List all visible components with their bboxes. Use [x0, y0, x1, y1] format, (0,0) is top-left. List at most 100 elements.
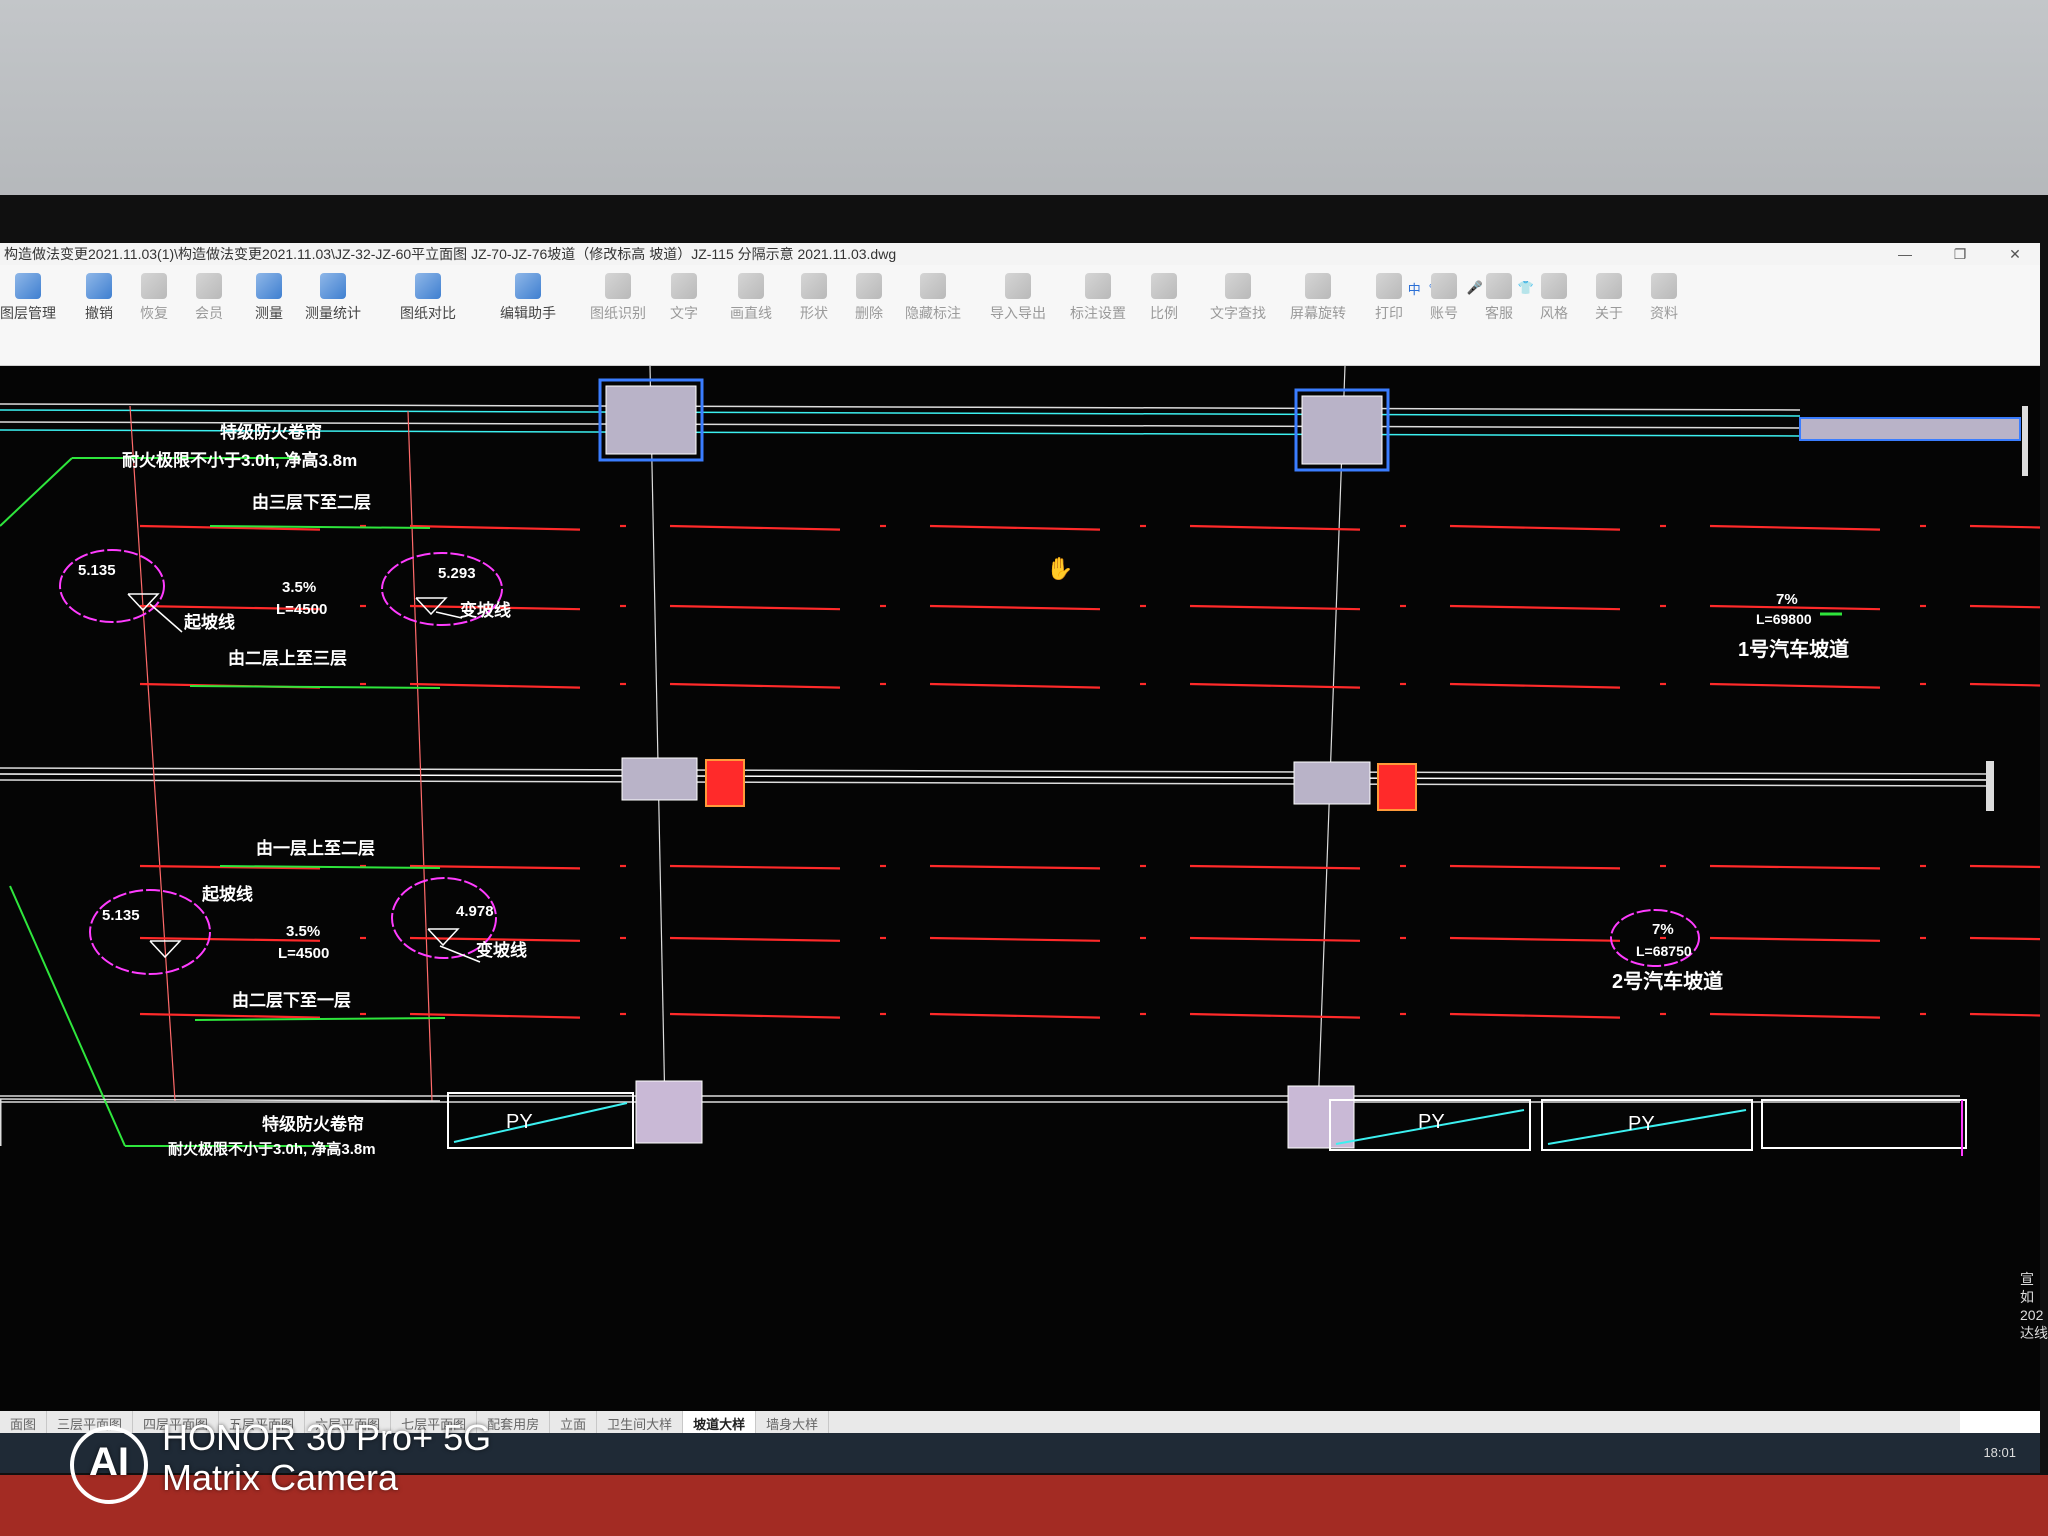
toolbar-button-3[interactable]: 会员 — [195, 273, 223, 323]
lane-dash-5-1 — [409, 1012, 581, 1019]
tab-9[interactable]: 坡道大样 — [683, 1411, 757, 1433]
leader-green-top-1 — [0, 457, 73, 527]
line-icon — [738, 273, 764, 299]
wall-line-top-1 — [0, 409, 1801, 417]
label-change-line-b: 变坡线 — [476, 940, 527, 960]
label-fire-shutter-top: 特级防火卷帘 — [220, 422, 322, 442]
cad-drawing: 特级防火卷帘 耐火极限不小于3.0h, 净高3.8m 由三层下至二层 5.135… — [0, 365, 2040, 1158]
py-diagonal-0 — [453, 1102, 628, 1143]
close-button[interactable]: ✕ — [2000, 243, 2030, 265]
label-py-3: PY — [1628, 1113, 1655, 1135]
toolbar-label: 打印 — [1375, 305, 1403, 321]
toolbar-label: 标注设置 — [1070, 305, 1126, 321]
lane-dash-1-3 — [929, 604, 1101, 611]
toolbar-button-7[interactable]: 编辑助手 — [500, 273, 556, 323]
toolbar-button-4[interactable]: 测量 — [255, 273, 283, 323]
label-length-ramp-2: L=68750 — [1636, 943, 1692, 959]
leader-green-bottom-1 — [9, 885, 126, 1147]
tab-0[interactable]: 面图 — [0, 1411, 48, 1433]
toolbar-button-22[interactable]: 风格 — [1540, 273, 1568, 323]
leader-green-up23 — [189, 685, 441, 689]
column-bottom-right — [1287, 1085, 1355, 1149]
toolbar-button-6[interactable]: 图纸对比 — [400, 273, 456, 323]
lane-dash-2-4 — [1189, 682, 1361, 689]
lane-dash-5-6 — [1709, 1012, 1881, 1019]
toolbar-button-8[interactable]: 图纸识别 — [590, 273, 646, 323]
toolbar-button-21[interactable]: 客服 — [1485, 273, 1513, 323]
wall-line-top-0 — [0, 403, 1801, 411]
lane-dash-3-5 — [1449, 864, 1621, 870]
eraser-icon — [856, 273, 882, 299]
minimize-button[interactable]: — — [1890, 243, 1920, 265]
toolbar-label: 隐藏标注 — [905, 305, 961, 321]
toolbar-button-23[interactable]: 关于 — [1595, 273, 1623, 323]
toolbar-button-14[interactable]: 导入导出 — [990, 273, 1046, 323]
toolbar-button-24[interactable]: 资料 — [1650, 273, 1678, 323]
toolbar-button-17[interactable]: 文字查找 — [1210, 273, 1266, 323]
toolbar-button-16[interactable]: 比例 — [1150, 273, 1178, 323]
lane-dash-5-5 — [1449, 1012, 1621, 1019]
label-elevation-a: 5.135 — [78, 562, 116, 579]
toolbar-button-10[interactable]: 画直线 — [730, 273, 772, 323]
lane-dash-5-7 — [1969, 1012, 2040, 1017]
lane-dash-0-6 — [1709, 524, 1881, 531]
toolbar-button-12[interactable]: 删除 — [855, 273, 883, 323]
lane-dash-1-4 — [1189, 604, 1361, 611]
title-bar: 构造做法变更2021.11.03(1)\构造做法变更2021.11.03\JZ-… — [0, 243, 2040, 265]
measure-icon — [256, 273, 282, 299]
toolbar-button-20[interactable]: 账号 — [1430, 273, 1458, 323]
toolbar-button-15[interactable]: 标注设置 — [1070, 273, 1126, 323]
tab-8[interactable]: 卫生间大样 — [597, 1411, 684, 1433]
skin-icon[interactable]: 👕 — [1518, 280, 1534, 296]
revision-cloud-c — [89, 889, 211, 975]
label-start-line-a: 起坡线 — [183, 612, 235, 632]
toolbar-label: 编辑助手 — [500, 305, 556, 321]
toolbar-label: 测量 — [255, 305, 283, 321]
toolbar-button-13[interactable]: 隐藏标注 — [905, 273, 961, 323]
label-length-b: L=4500 — [278, 945, 329, 962]
axis-line-a — [129, 405, 176, 1102]
tab-7[interactable]: 立面 — [550, 1411, 598, 1433]
text-icon — [671, 273, 697, 299]
toolbar-button-11[interactable]: 形状 — [800, 273, 828, 323]
label-down-3-to-2: 由三层下至二层 — [252, 492, 371, 512]
maximize-button[interactable]: ❐ — [1945, 243, 1975, 265]
revision-cloud-a — [59, 549, 165, 623]
lane-dash-3-7 — [1969, 864, 2040, 869]
lane-dash-4-2 — [669, 936, 841, 942]
microphone-icon[interactable]: 🎤 — [1467, 280, 1483, 296]
lane-dash-4-3 — [929, 936, 1101, 942]
second-monitor-edge: 宣如 202 达线 — [2020, 1270, 2048, 1470]
lane-dash-3-6 — [1709, 864, 1881, 870]
eye-icon — [920, 273, 946, 299]
fire-hydrant-marker-1 — [1377, 763, 1417, 811]
tab-10[interactable]: 墙身大样 — [756, 1411, 830, 1433]
label-length-a: L=4500 — [276, 601, 327, 618]
toolbar-button-9[interactable]: 文字 — [670, 273, 698, 323]
wall-line-mid-2 — [0, 779, 1991, 787]
toolbar-button-0[interactable]: 图层管理 — [0, 273, 56, 323]
toolbar: S 中 °, ☺ 🎤 ⌨ 👕 ▦ 图层管理 撤销 恢复 会员 测量 测量统计 图纸对比 编辑助… — [0, 265, 2040, 366]
toolbar-button-18[interactable]: 屏幕旋转 — [1290, 273, 1346, 323]
lane-dash-5-0 — [139, 1012, 321, 1019]
label-down-2-to-1: 由二层下至一层 — [232, 990, 351, 1010]
lane-dash-2-6 — [1709, 682, 1881, 689]
toolbar-label: 文字查找 — [1210, 305, 1266, 321]
lane-dash-2-2 — [669, 682, 841, 689]
toolbar-label: 导入导出 — [990, 305, 1046, 321]
label-change-line-a: 变坡线 — [460, 600, 511, 620]
chinese-mode-icon[interactable]: 中 — [1408, 279, 1421, 298]
toolbar-button-2[interactable]: 恢复 — [140, 273, 168, 323]
pan-hand-icon: ✋ — [1046, 556, 1073, 581]
lane-dash-0-5 — [1449, 524, 1621, 531]
label-slope-ramp-1: 7% — [1776, 591, 1798, 608]
lane-dash-2-7 — [1969, 682, 2040, 687]
leader-change-line-b — [439, 945, 481, 963]
toolbar-button-19[interactable]: 打印 — [1375, 273, 1403, 323]
lane-dash-3-2 — [669, 864, 841, 870]
toolbar-label: 删除 — [855, 305, 883, 321]
column-mid-left — [621, 757, 698, 801]
toolbar-button-5[interactable]: 测量统计 — [305, 273, 361, 323]
toolbar-button-1[interactable]: 撤销 — [85, 273, 113, 323]
drawing-canvas[interactable]: 特级防火卷帘 耐火极限不小于3.0h, 净高3.8m 由三层下至二层 5.135… — [0, 365, 2040, 1411]
